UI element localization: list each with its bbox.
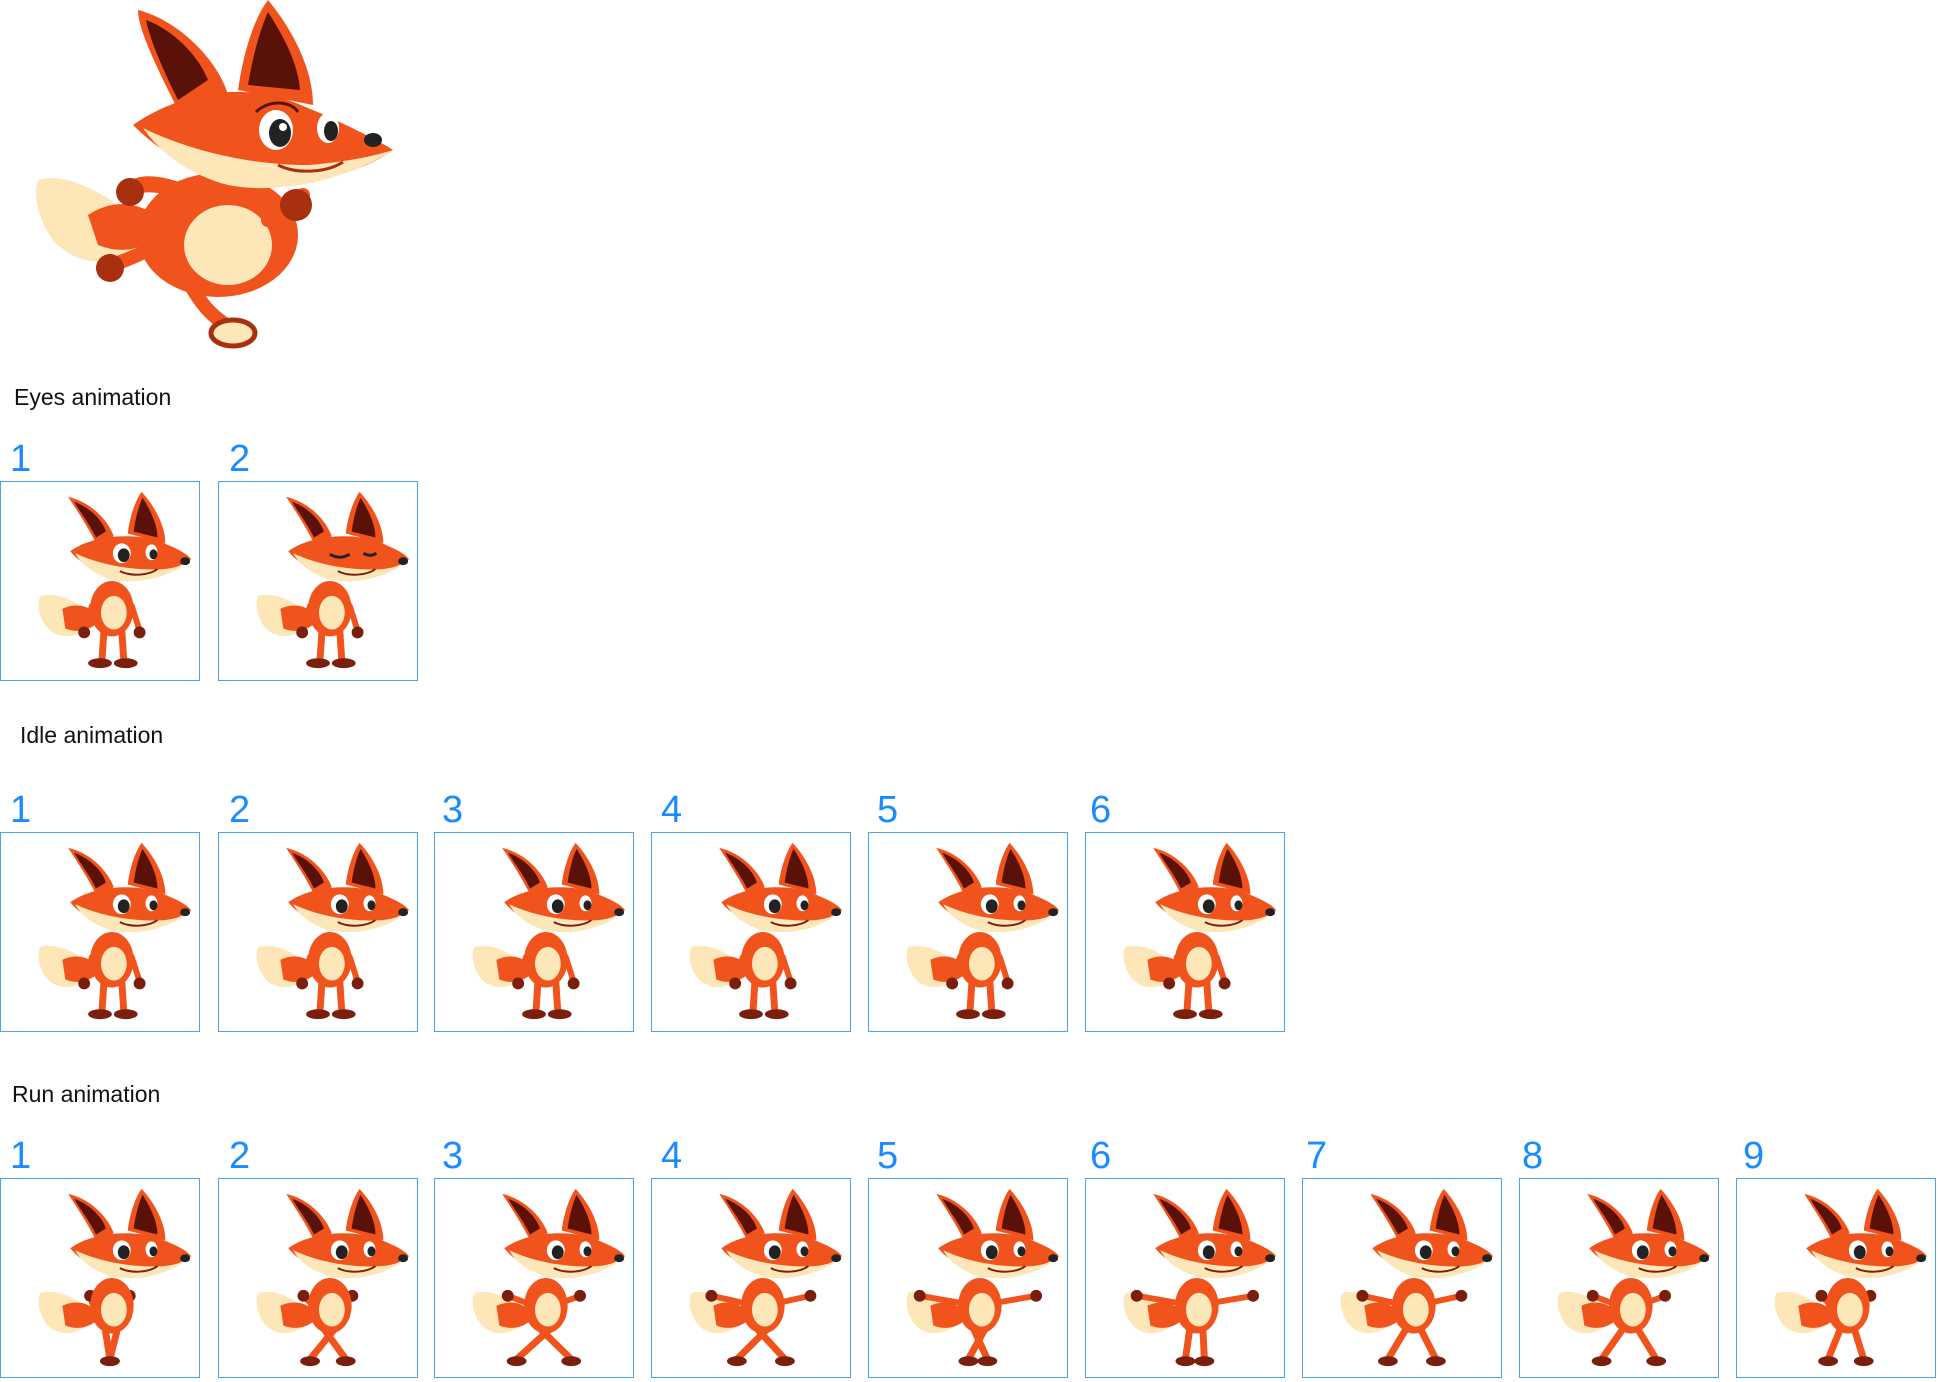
animation-frame-eyes-2[interactable] [218,481,418,681]
frame-number: 2 [229,789,251,831]
animation-frame-run-5[interactable] [868,1178,1068,1378]
animation-frame-run-4[interactable] [651,1178,851,1378]
section-title-eyes: Eyes animation [14,384,172,410]
fox-sprite-icon [256,842,410,1020]
section-title-idle: Idle animation [20,722,164,748]
fox-sprite-icon [38,491,192,669]
frame-number: 9 [1743,1135,1765,1177]
frame-number: 5 [877,789,899,831]
fox-sprite-icon [1123,842,1277,1020]
fox-sprite-icon [38,842,192,1020]
fox-sprite-icon [256,1188,410,1367]
frame-number: 6 [1090,789,1112,831]
animation-frame-idle-5[interactable] [868,832,1068,1032]
fox-sprite-icon [689,842,843,1020]
fox-sprite-icon [256,491,410,669]
frame-number: 6 [1090,1135,1112,1177]
animation-frame-eyes-1[interactable] [0,481,200,681]
frame-number: 1 [10,438,32,480]
frame-number: 2 [229,438,251,480]
fox-sprite-icon [38,1188,192,1367]
fox-sprite-icon [1774,1188,1928,1367]
fox-sprite-icon [906,842,1060,1020]
animation-frame-run-9[interactable] [1736,1178,1936,1378]
frame-number: 4 [661,1135,683,1177]
frame-number: 1 [10,1135,32,1177]
fox-sprite-icon [906,1188,1060,1367]
animation-frame-run-6[interactable] [1085,1178,1285,1378]
frame-number: 8 [1522,1135,1544,1177]
fox-character-icon [36,0,393,349]
frame-number: 7 [1306,1135,1328,1177]
fox-sprite-icon [1340,1188,1494,1367]
frame-number: 4 [661,789,683,831]
animation-frame-run-2[interactable] [218,1178,418,1378]
fox-sprite-icon [1557,1188,1711,1367]
fox-sprite-icon [689,1188,843,1367]
frame-number: 2 [229,1135,251,1177]
animation-frame-run-8[interactable] [1519,1178,1719,1378]
animation-frame-run-1[interactable] [0,1178,200,1378]
frame-number: 3 [442,789,464,831]
fox-sprite-icon [472,842,626,1020]
animation-frame-run-3[interactable] [434,1178,634,1378]
animation-frame-idle-6[interactable] [1085,832,1285,1032]
frame-number: 3 [442,1135,464,1177]
frame-number: 1 [10,789,32,831]
fox-sprite-icon [1123,1188,1277,1367]
animation-frame-idle-2[interactable] [218,832,418,1032]
animation-frame-idle-4[interactable] [651,832,851,1032]
fox-hero-image [28,0,398,360]
frame-number: 5 [877,1135,899,1177]
fox-sprite-icon [472,1188,626,1367]
animation-frame-idle-1[interactable] [0,832,200,1032]
section-title-run: Run animation [12,1081,161,1107]
animation-frame-run-7[interactable] [1302,1178,1502,1378]
animation-frame-idle-3[interactable] [434,832,634,1032]
